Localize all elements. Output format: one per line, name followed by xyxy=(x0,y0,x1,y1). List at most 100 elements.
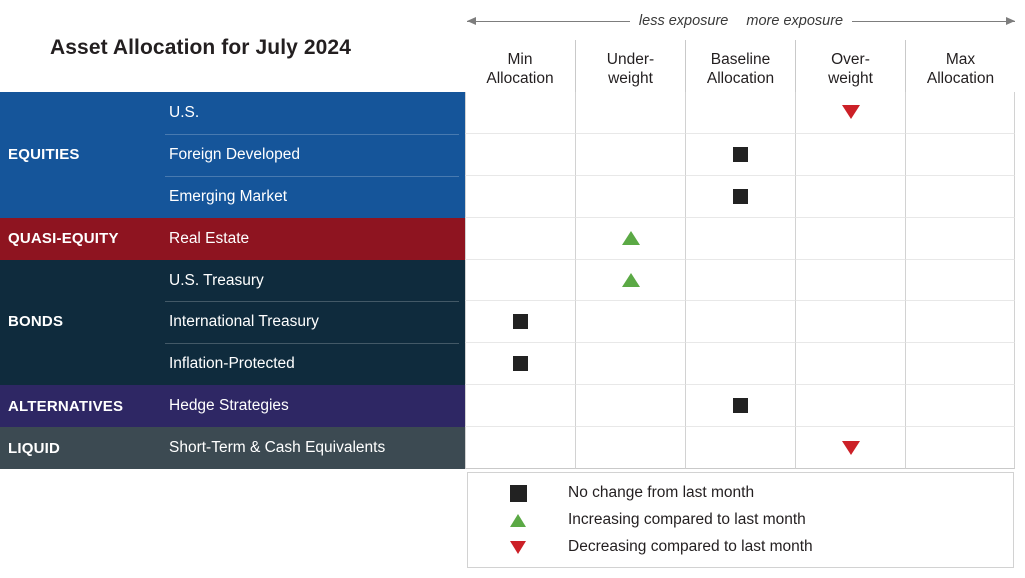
allocation-cell xyxy=(465,92,575,134)
allocation-cell xyxy=(685,427,795,470)
category-label-bonds: BONDS xyxy=(0,259,165,330)
column-header-line2: weight xyxy=(828,70,873,87)
allocation-chart: Asset Allocation for July 2024 less expo… xyxy=(0,0,1025,578)
column-header-4: Max Allocation xyxy=(905,40,1015,92)
allocation-cell xyxy=(685,217,795,260)
allocation-cell xyxy=(685,175,795,218)
column-headers: Min Allocation Under-weight Baseline Allocat… xyxy=(465,40,1015,92)
table-row: LIQUID Short-Term & Cash Equivalents xyxy=(0,427,1015,470)
category-label-text: LIQUID xyxy=(8,439,61,457)
allocation-cell xyxy=(905,385,1015,428)
no-change-square-icon xyxy=(733,146,748,162)
table-row: ALTERNATIVES Hedge Strategies xyxy=(0,385,1015,428)
allocation-cell xyxy=(905,427,1015,470)
allocation-cell xyxy=(685,92,795,134)
allocation-cell xyxy=(795,301,905,344)
allocation-cell xyxy=(575,427,685,470)
allocation-cell xyxy=(465,385,575,428)
category-label-bonds xyxy=(0,343,165,386)
allocation-cell xyxy=(795,92,905,134)
allocation-cell xyxy=(685,259,795,302)
table-row: BONDS U.S. Treasury xyxy=(0,259,1015,330)
column-header-line1: Baseline xyxy=(710,51,771,68)
allocation-cell xyxy=(795,259,905,302)
allocation-cell xyxy=(465,175,575,218)
category-label-equities: EQUITIES xyxy=(0,92,165,163)
legend-item: Increasing compared to last month xyxy=(468,507,1013,534)
allocation-cell xyxy=(905,133,1015,176)
allocation-cell xyxy=(795,343,905,386)
allocation-cell xyxy=(575,217,685,260)
allocation-cell xyxy=(905,301,1015,344)
category-label-quasi-equity: QUASI-EQUITY xyxy=(0,217,165,260)
table-row: EQUITIES U.S. xyxy=(0,92,1015,163)
arrow-left-icon xyxy=(467,16,476,25)
no-change-square-icon xyxy=(733,398,748,414)
asset-label: U.S. xyxy=(165,92,465,134)
arrow-right-icon xyxy=(1006,16,1015,25)
asset-label-text: U.S. Treasury xyxy=(169,271,264,289)
allocation-cell xyxy=(905,92,1015,134)
allocation-cell xyxy=(575,259,685,302)
column-header-line1: Min xyxy=(507,51,533,68)
category-label-text: ALTERNATIVES xyxy=(8,397,124,415)
allocation-cell xyxy=(465,217,575,260)
exposure-scale: less exposure more exposure xyxy=(467,8,1015,34)
table-row: International Treasury xyxy=(0,301,1015,344)
allocation-cell xyxy=(905,217,1015,260)
column-header-line1: Over- xyxy=(831,51,870,68)
asset-label: Emerging Market xyxy=(165,175,465,218)
category-label-equities xyxy=(0,175,165,218)
more-exposure-line xyxy=(852,16,1015,25)
asset-label-text: Hedge Strategies xyxy=(169,397,289,415)
asset-label-text: Short-Term & Cash Equivalents xyxy=(169,439,386,457)
decreasing-triangle-down-icon xyxy=(841,440,860,455)
legend-marker xyxy=(468,513,568,527)
column-header-line2: Allocation xyxy=(486,70,554,87)
asset-label: U.S. Treasury xyxy=(165,259,465,302)
allocation-cell xyxy=(465,133,575,176)
table-row: QUASI-EQUITY Real Estate xyxy=(0,217,1015,260)
allocation-cell xyxy=(795,427,905,470)
allocation-cell xyxy=(465,301,575,344)
allocation-cell xyxy=(905,259,1015,302)
table-row: Foreign Developed xyxy=(0,133,1015,176)
asset-label: Real Estate xyxy=(165,217,465,260)
category-label-text: BONDS xyxy=(8,313,64,331)
allocation-cell xyxy=(575,343,685,386)
allocation-cell xyxy=(575,301,685,344)
allocation-cell xyxy=(905,175,1015,218)
no-change-square-icon xyxy=(733,188,748,204)
asset-label-text: Foreign Developed xyxy=(169,145,300,163)
allocation-cell xyxy=(795,385,905,428)
table-row: Inflation-Protected xyxy=(0,343,1015,386)
allocation-cell xyxy=(575,385,685,428)
allocation-cell xyxy=(465,427,575,470)
no-change-square-icon xyxy=(509,484,527,502)
legend-item: No change from last month xyxy=(468,480,1013,507)
asset-label-text: Inflation-Protected xyxy=(169,355,295,373)
legend-item: Decreasing compared to last month xyxy=(468,534,1013,561)
column-header-line1: Max xyxy=(945,51,976,68)
category-label-alternatives: ALTERNATIVES xyxy=(0,385,165,428)
no-change-square-icon xyxy=(513,314,528,330)
column-header-1: Under-weight xyxy=(575,40,685,92)
asset-label: International Treasury xyxy=(165,301,465,344)
allocation-cell xyxy=(795,217,905,260)
column-header-line2: weight xyxy=(608,70,653,87)
allocation-cell xyxy=(685,133,795,176)
asset-label: Short-Term & Cash Equivalents xyxy=(165,427,465,470)
allocation-cell xyxy=(575,92,685,134)
asset-label-text: U.S. xyxy=(169,103,200,121)
asset-label: Foreign Developed xyxy=(165,133,465,176)
column-header-3: Over-weight xyxy=(795,40,905,92)
asset-label: Hedge Strategies xyxy=(165,385,465,428)
allocation-cell xyxy=(905,343,1015,386)
category-label-text: EQUITIES xyxy=(8,145,80,163)
asset-label-text: International Treasury xyxy=(169,313,319,331)
legend-marker xyxy=(468,540,568,554)
allocation-cell xyxy=(685,301,795,344)
legend: No change from last month Increasing comp… xyxy=(467,472,1014,568)
allocation-matrix: EQUITIES U.S. Foreign Developed Emerging Ma… xyxy=(0,92,1015,470)
allocation-cell xyxy=(795,133,905,176)
